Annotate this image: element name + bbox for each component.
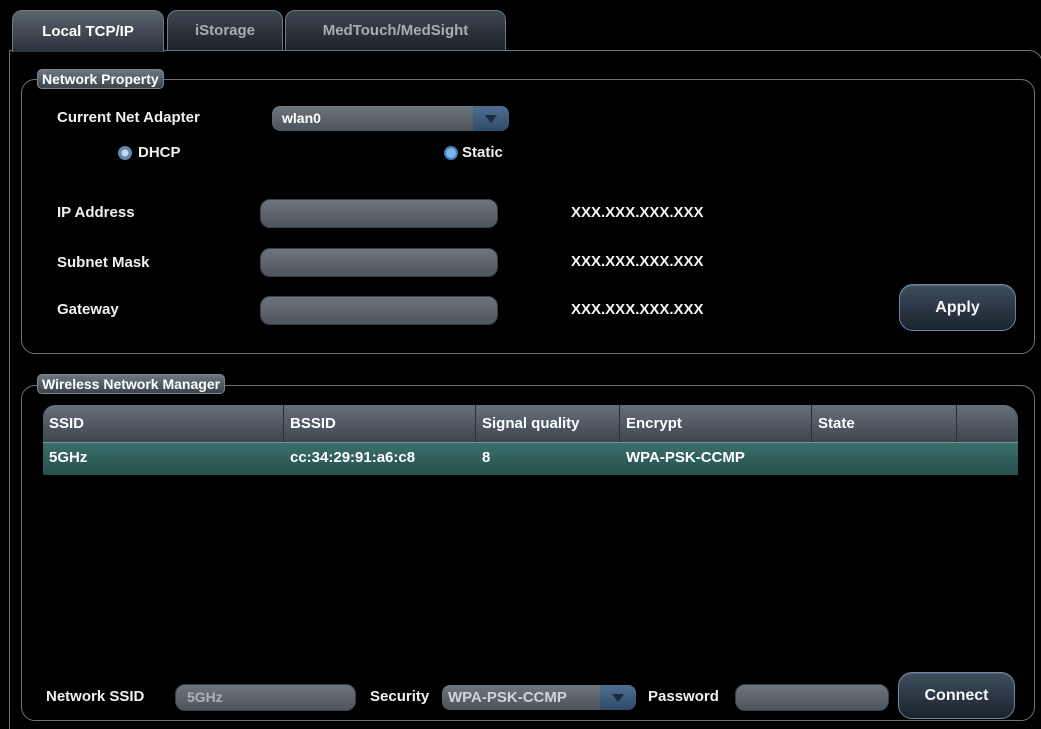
wireless-network-table[interactable]: SSID BSSID Signal quality Encrypt State … xyxy=(43,405,1018,661)
network-ssid-label: Network SSID xyxy=(46,688,145,705)
security-label: Security xyxy=(370,688,430,705)
ip-address-hint: XXX.XXX.XXX.XXX xyxy=(571,204,704,221)
column-header-state[interactable]: State xyxy=(812,405,957,442)
wireless-network-manager-legend: Wireless Network Manager xyxy=(37,374,226,394)
tab-medtouch-medsight[interactable]: MedTouch/MedSight xyxy=(285,10,506,50)
static-label: Static xyxy=(462,144,503,161)
apply-button[interactable]: Apply xyxy=(899,284,1016,331)
password-input[interactable] xyxy=(735,684,889,711)
network-ssid-input[interactable]: 5GHz xyxy=(175,684,356,711)
cell-bssid: cc:34:29:91:a6:c8 xyxy=(290,449,416,466)
password-label: Password xyxy=(648,688,719,705)
net-adapter-value: wlan0 xyxy=(282,110,321,126)
column-header-encrypt[interactable]: Encrypt xyxy=(620,405,812,442)
static-radio[interactable] xyxy=(444,146,458,160)
column-header-extra xyxy=(957,405,1018,442)
tab-local-tcpip[interactable]: Local TCP/IP xyxy=(12,10,164,52)
security-select[interactable]: WPA-PSK-CCMP xyxy=(442,685,636,710)
dhcp-label: DHCP xyxy=(138,144,181,161)
ip-address-label: IP Address xyxy=(57,204,135,221)
gateway-hint: XXX.XXX.XXX.XXX xyxy=(571,301,704,318)
dropdown-arrow-icon[interactable] xyxy=(600,685,636,710)
column-header-bssid[interactable]: BSSID xyxy=(284,405,476,442)
subnet-mask-hint: XXX.XXX.XXX.XXX xyxy=(571,253,704,270)
table-header: SSID BSSID Signal quality Encrypt State xyxy=(43,405,1018,442)
table-row[interactable]: 5GHz cc:34:29:91:a6:c8 8 WPA-PSK-CCMP xyxy=(43,442,1018,475)
tab-istorage[interactable]: iStorage xyxy=(167,10,283,50)
connect-button[interactable]: Connect xyxy=(898,672,1015,719)
subnet-mask-input[interactable] xyxy=(260,248,498,277)
dropdown-arrow-icon[interactable] xyxy=(473,106,509,131)
column-header-signal-quality[interactable]: Signal quality xyxy=(476,405,620,442)
ip-address-input[interactable] xyxy=(260,199,498,228)
dhcp-radio[interactable] xyxy=(118,146,132,160)
gateway-input[interactable] xyxy=(260,296,498,325)
gateway-label: Gateway xyxy=(57,301,119,318)
network-property-legend: Network Property xyxy=(37,69,164,89)
current-net-adapter-label: Current Net Adapter xyxy=(57,109,200,126)
cell-ssid: 5GHz xyxy=(49,449,88,466)
cell-encrypt: WPA-PSK-CCMP xyxy=(626,449,745,466)
net-adapter-select[interactable]: wlan0 xyxy=(272,106,509,131)
cell-signal: 8 xyxy=(482,449,491,466)
column-header-ssid[interactable]: SSID xyxy=(43,405,284,442)
cell-state xyxy=(812,443,818,476)
subnet-mask-label: Subnet Mask xyxy=(57,254,150,271)
security-value: WPA-PSK-CCMP xyxy=(448,689,567,706)
